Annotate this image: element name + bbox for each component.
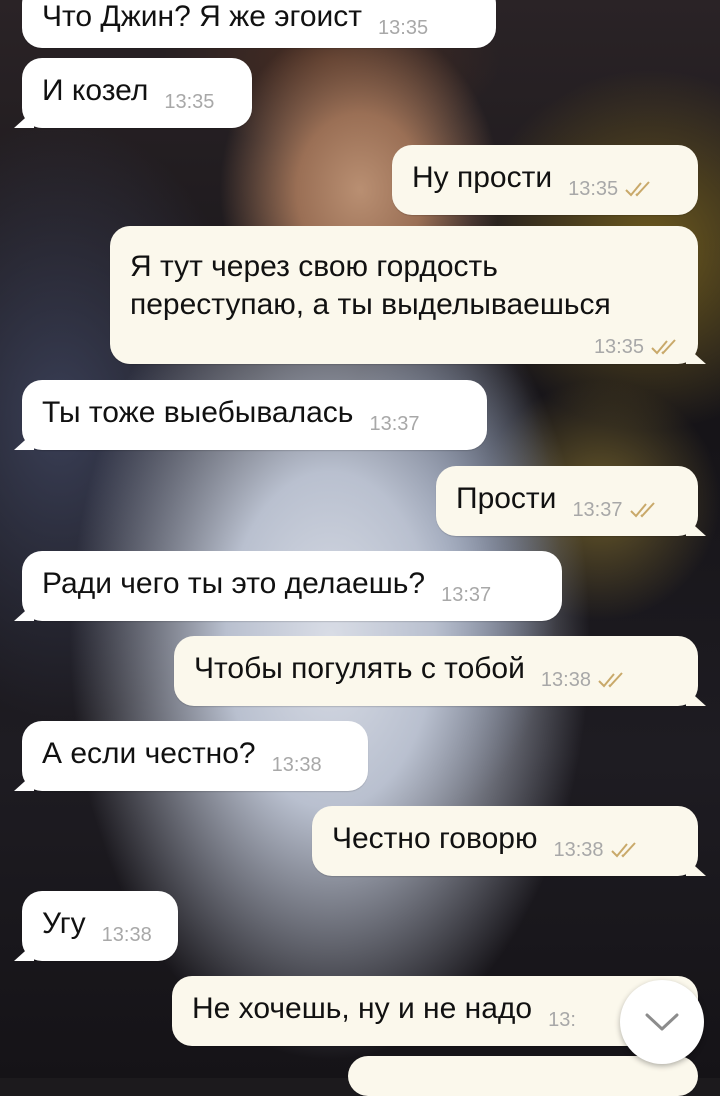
message-text: Я тут через свою гордость переступаю, а … (130, 250, 611, 321)
double-check-icon (610, 842, 636, 858)
message-time: 13:38 (540, 669, 591, 691)
message-text: Ради чего ты это делаешь? (42, 567, 426, 600)
message-bubble-outgoing[interactable] (348, 1056, 698, 1096)
message-bubble-incoming[interactable]: Что Джин? Я же эгоист 13:35 (22, 0, 496, 48)
message-time: 13:38 (101, 924, 152, 946)
message-time: 13:38 (271, 754, 322, 776)
message-text: Не хочешь, ну и не надо (192, 992, 533, 1025)
message-bubble-incoming[interactable]: Ради чего ты это делаешь? 13:37 (22, 551, 562, 621)
message-bubble-incoming[interactable]: А если честно? 13:38 (22, 721, 368, 791)
message-bubble-outgoing[interactable]: Прости 13:37 (436, 466, 698, 536)
message-meta: 13:37 (572, 491, 658, 529)
message-bubble-outgoing[interactable]: Я тут через свою гордость переступаю, а … (110, 226, 698, 364)
message-bubble-incoming[interactable]: Ты тоже выебывалась 13:37 (22, 380, 487, 450)
message-time: 13:37 (441, 584, 492, 606)
message-meta: 13:35 (568, 170, 654, 208)
double-check-icon (651, 339, 676, 355)
scroll-to-bottom-button[interactable] (620, 980, 704, 1064)
message-meta: 13:38 (541, 661, 627, 699)
double-check-icon (598, 672, 623, 688)
message-text: Чтобы погулять с тобой (194, 652, 525, 685)
message-bubble-incoming[interactable]: Угу 13:38 (22, 891, 178, 961)
double-check-icon (629, 502, 655, 518)
message-text: Что Джин? Я же эгоист (42, 0, 363, 33)
message-text: Ты тоже выебывалась (42, 396, 354, 429)
message-bubble-outgoing[interactable]: Не хочешь, ну и не надо 13: (172, 976, 698, 1046)
message-bubble-outgoing[interactable]: Чтобы погулять с тобой 13:38 (174, 636, 698, 706)
message-text: Ну прости (412, 161, 553, 194)
message-time: 13:38 (553, 839, 604, 861)
message-meta: 13:35 (130, 328, 680, 366)
message-bubble-outgoing[interactable]: Честно говорю 13:38 (312, 806, 698, 876)
double-check-icon (625, 181, 650, 197)
message-meta: 13:38 (553, 831, 639, 869)
chevron-down-icon (645, 1013, 679, 1031)
message-time: 13:35 (378, 17, 429, 39)
message-bubble-incoming[interactable]: И козел 13:35 (22, 58, 252, 128)
message-text: И козел (42, 74, 149, 107)
message-time: 13:37 (369, 413, 420, 435)
message-text: Угу (42, 907, 86, 940)
message-text: Честно говорю (332, 822, 538, 855)
message-time: 13: (548, 1009, 576, 1031)
message-bubble-outgoing[interactable]: Ну прости 13:35 (392, 145, 698, 215)
message-text: А если честно? (42, 737, 256, 770)
message-text: Прости (456, 482, 557, 515)
message-time: 13:35 (593, 336, 644, 358)
message-time: 13:35 (164, 91, 215, 113)
message-time: 13:35 (568, 178, 619, 200)
message-list[interactable]: Что Джин? Я же эгоист 13:35 И козел 13:35 … (0, 0, 720, 1096)
message-time: 13:37 (572, 499, 623, 521)
